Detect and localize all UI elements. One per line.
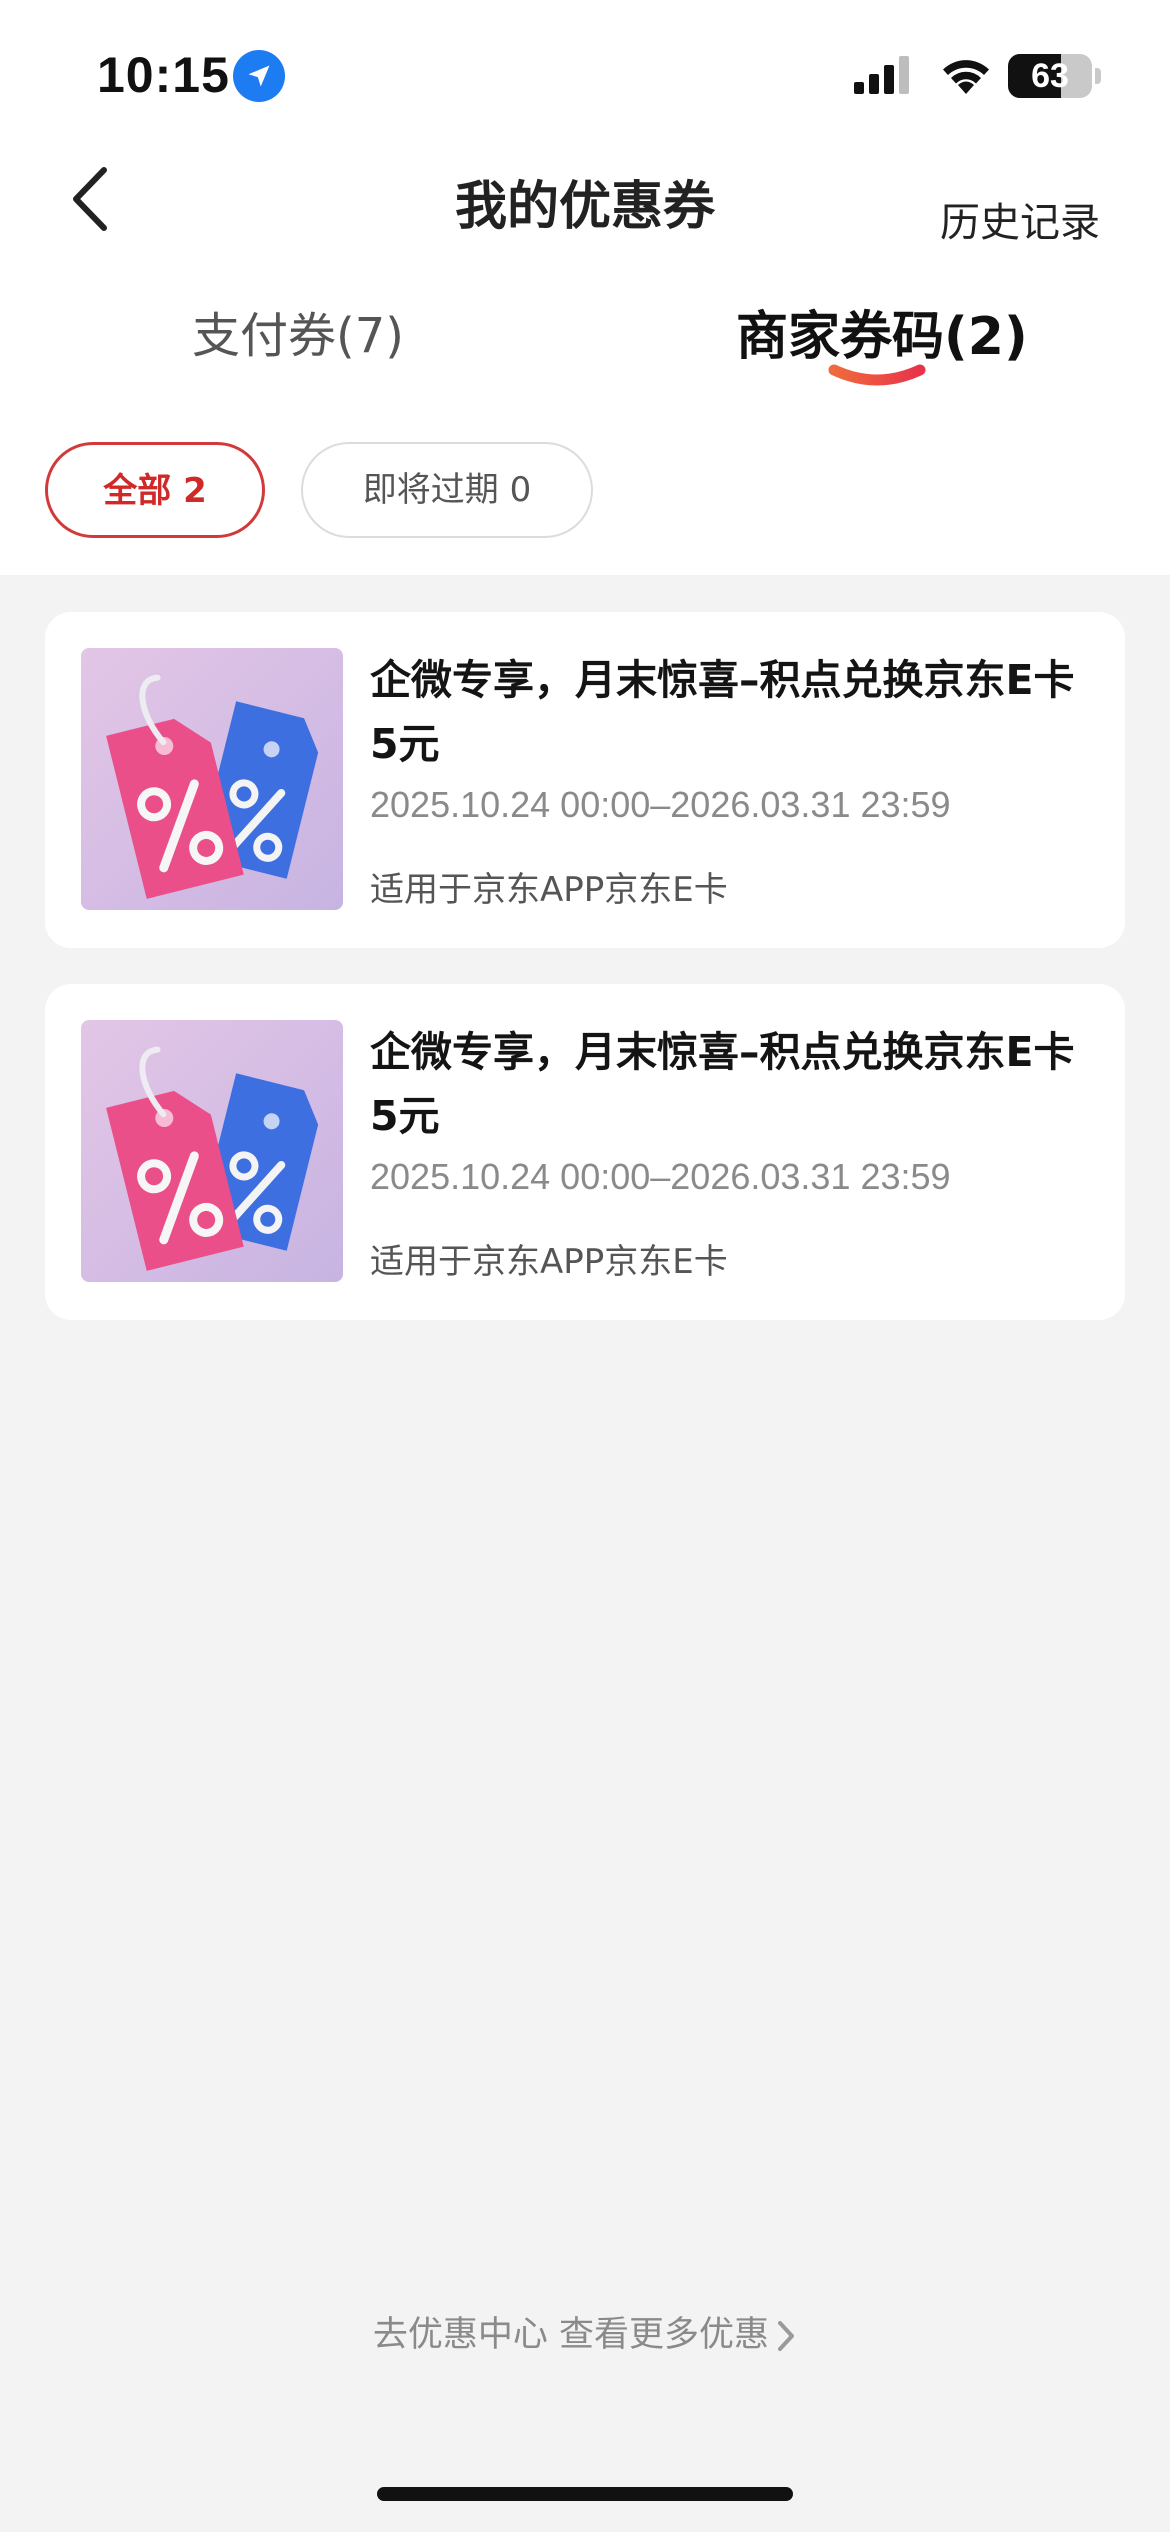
discount-tag-icon <box>81 1020 343 1282</box>
battery-level: 63 <box>1031 57 1069 95</box>
coupon-center-link-label: 去优惠中心 查看更多优惠 <box>372 2315 770 2355</box>
battery-icon: 63 <box>1008 54 1092 98</box>
battery-cap <box>1095 68 1101 84</box>
filter-all-chip[interactable]: 全部 2 <box>45 442 265 538</box>
tab-active-indicator <box>828 364 926 386</box>
coupon-card[interactable]: 企微专享，月末惊喜–积点兑换京东E卡5元 2025.10.24 00:00–20… <box>45 984 1125 1320</box>
status-time: 10:15 <box>97 47 230 103</box>
filter-expiring-chip[interactable]: 即将过期 0 <box>301 442 593 538</box>
tab-merchant-codes[interactable]: 商家券码(2) <box>736 294 1028 369</box>
coupon-scope: 适用于京东APP京东E卡 <box>370 870 728 910</box>
home-indicator[interactable] <box>377 2487 793 2501</box>
coupon-card[interactable]: 企微专享，月末惊喜–积点兑换京东E卡5元 2025.10.24 00:00–20… <box>45 612 1125 948</box>
coupon-scope: 适用于京东APP京东E卡 <box>370 1242 728 1282</box>
coupon-center-link[interactable]: 去优惠中心 查看更多优惠 <box>0 2306 1170 2357</box>
tab-payment-coupons[interactable]: 支付券(7) <box>192 296 404 366</box>
discount-tag-icon <box>81 648 343 910</box>
chevron-right-icon <box>778 2321 795 2351</box>
coupon-validity: 2025.10.24 00:00–2026.03.31 23:59 <box>370 1156 951 1197</box>
coupon-validity: 2025.10.24 00:00–2026.03.31 23:59 <box>370 784 951 825</box>
wifi-icon <box>943 60 989 94</box>
history-link[interactable]: 历史记录 <box>940 190 1100 248</box>
coupon-title: 企微专享，月末惊喜–积点兑换京东E卡5元 <box>370 656 1075 768</box>
header-area: 10:15 63 我的优惠券 历史记录 支付券(7) 商家券码(2) 全部 2 … <box>0 0 1170 575</box>
signal-icon <box>854 56 909 94</box>
coupon-title: 企微专享，月末惊喜–积点兑换京东E卡5元 <box>370 1028 1075 1140</box>
location-arrow-icon <box>233 50 285 102</box>
